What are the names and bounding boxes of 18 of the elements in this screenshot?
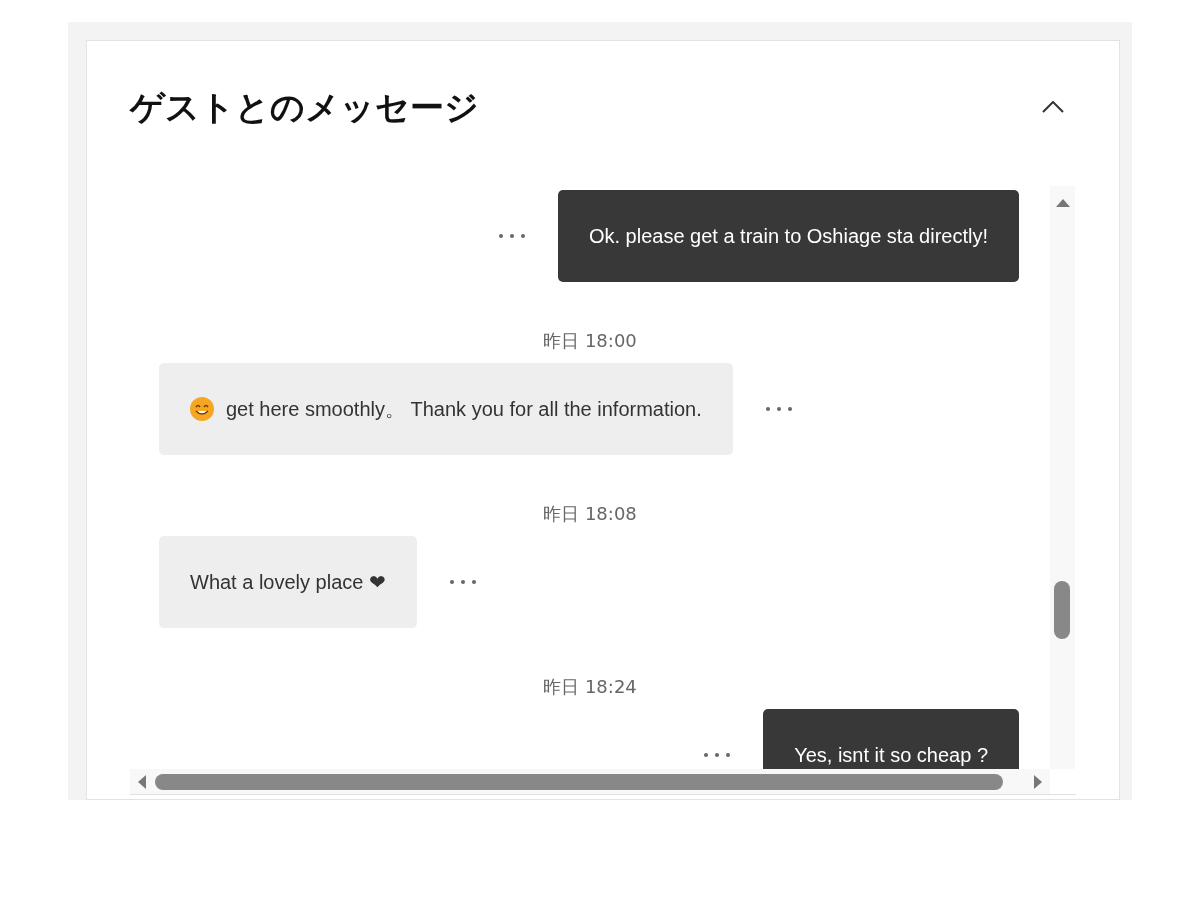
more-icon (764, 406, 793, 412)
panel-title: ゲストとのメッセージ (130, 86, 479, 129)
message-time: 昨日 18:00 (543, 330, 637, 352)
message-time: 昨日 18:24 (543, 676, 637, 698)
more-icon (703, 752, 732, 758)
message-text: get here smoothly。 Thank you for all the information. (226, 397, 702, 422)
message-text: What a lovely place ❤ (190, 570, 386, 595)
scroll-thumb[interactable] (1054, 581, 1070, 639)
message-time: 昨日 18:08 (543, 503, 637, 525)
chevron-up-icon (1042, 101, 1064, 113)
scroll-up-icon[interactable] (1055, 198, 1071, 208)
more-icon (449, 579, 477, 585)
scroll-left-icon[interactable] (137, 773, 147, 790)
message-text: Yes, isnt it so cheap ? (794, 743, 988, 768)
message-text: Ok. please get a train to Oshiage sta directly! (588, 224, 988, 249)
scroll-right-icon[interactable] (1033, 773, 1043, 790)
more-icon (497, 233, 526, 239)
scroll-thumb[interactable] (155, 773, 1003, 790)
